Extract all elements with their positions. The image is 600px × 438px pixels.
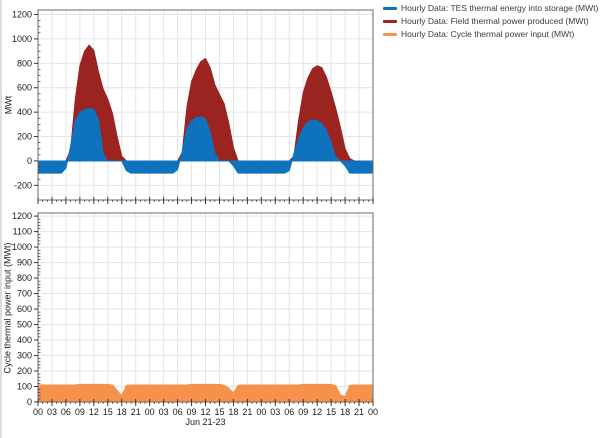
top-y-axis-label: MWt <box>0 10 16 200</box>
x-tick-label: 09 <box>298 407 308 417</box>
x-tick-label: 15 <box>103 407 113 417</box>
x-tick-label: 15 <box>214 407 224 417</box>
y-tick-label: -200 <box>14 180 32 190</box>
x-tick-label: 03 <box>159 407 169 417</box>
y-tick-label: 0 <box>27 156 32 166</box>
x-tick-label: 06 <box>173 407 183 417</box>
x-tick-label: 03 <box>47 407 57 417</box>
x-tick-label: 09 <box>187 407 197 417</box>
x-tick-label: 09 <box>75 407 85 417</box>
x-tick-label: 12 <box>312 407 322 417</box>
top-plot[interactable]: -200020040060080010001200 <box>12 10 373 204</box>
bottom-plot[interactable]: 0100200300400500600700800900100011001200… <box>12 211 378 417</box>
legend-item-label: Hourly Data: Field thermal power produce… <box>401 16 589 26</box>
y-tick-label: 600 <box>17 304 32 314</box>
x-tick-label: 18 <box>117 407 127 417</box>
y-tick-label: 0 <box>27 397 32 407</box>
x-tick-label: 21 <box>242 407 252 417</box>
y-tick-label: 500 <box>17 320 32 330</box>
y-tick-label: 300 <box>17 351 32 361</box>
x-tick-label: 00 <box>368 407 378 417</box>
x-tick-label: 06 <box>61 407 71 417</box>
y-tick-label: 700 <box>17 289 32 299</box>
y-tick-label: 600 <box>17 83 32 93</box>
legend: Hourly Data: TES thermal energy into sto… <box>383 3 598 39</box>
y-tick-label: 200 <box>17 132 32 142</box>
legend-swatch <box>383 33 397 36</box>
x-tick-label: 03 <box>270 407 280 417</box>
legend-item-1: Hourly Data: Field thermal power produce… <box>383 16 598 26</box>
hourly-data-plots[interactable]: -200020040060080010001200010020030040050… <box>0 0 600 438</box>
x-tick-label: 18 <box>228 407 238 417</box>
bottom-y-axis-label: Cycle thermal power input (MWt) <box>0 213 16 403</box>
legend-swatch <box>383 7 397 10</box>
legend-item-label: Hourly Data: TES thermal energy into sto… <box>401 3 598 13</box>
y-tick-label: 400 <box>17 335 32 345</box>
y-tick-label: 200 <box>17 366 32 376</box>
x-tick-label: 00 <box>33 407 43 417</box>
x-tick-label: 00 <box>145 407 155 417</box>
legend-item-label: Hourly Data: Cycle thermal power input (… <box>401 29 574 39</box>
x-tick-label: 21 <box>354 407 364 417</box>
x-tick-label: 12 <box>89 407 99 417</box>
x-tick-label: 21 <box>131 407 141 417</box>
x-tick-label: 15 <box>326 407 336 417</box>
x-axis-label: Jun 21-23 <box>38 417 373 427</box>
legend-item-0: Hourly Data: TES thermal energy into sto… <box>383 3 598 13</box>
y-tick-label: 900 <box>17 258 32 268</box>
timeseries-viewer: -200020040060080010001200010020030040050… <box>0 0 600 438</box>
legend-item-2: Hourly Data: Cycle thermal power input (… <box>383 29 598 39</box>
x-tick-label: 00 <box>256 407 266 417</box>
x-tick-label: 12 <box>200 407 210 417</box>
x-tick-label: 18 <box>340 407 350 417</box>
y-tick-label: 800 <box>17 273 32 283</box>
y-tick-label: 400 <box>17 107 32 117</box>
y-tick-label: 800 <box>17 58 32 68</box>
x-tick-label: 06 <box>284 407 294 417</box>
y-tick-label: 100 <box>17 382 32 392</box>
legend-swatch <box>383 20 397 23</box>
